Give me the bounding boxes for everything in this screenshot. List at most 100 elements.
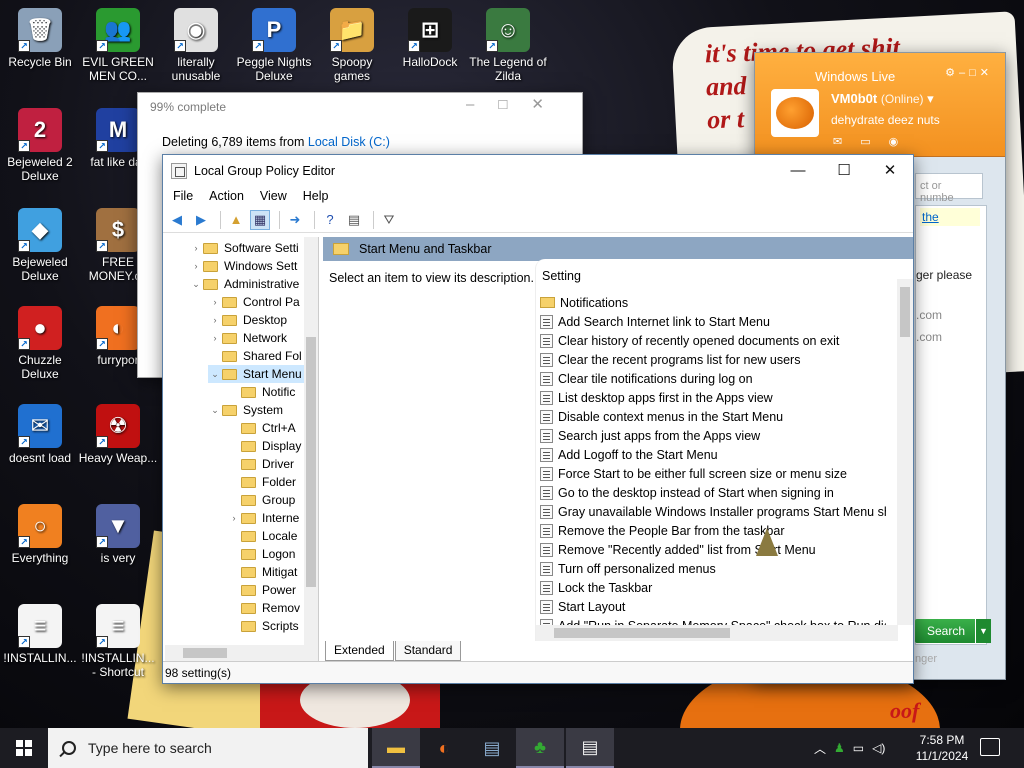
- notification-icon[interactable]: [980, 738, 1000, 756]
- gpedit-taskbar-icon[interactable]: ▤: [468, 728, 516, 768]
- desktop-icon[interactable]: ○ ↗ Everything: [0, 504, 80, 565]
- firefox-taskbar-icon[interactable]: ◐: [420, 728, 468, 768]
- clock[interactable]: 7:58 PM 11/1/2024: [912, 732, 972, 764]
- menu-view[interactable]: View: [252, 187, 295, 207]
- tree-item[interactable]: Folder: [227, 473, 315, 491]
- desktop-icon[interactable]: ☺ ↗ The Legend of Zilda: [468, 8, 548, 83]
- expand-chevron-icon[interactable]: ›: [189, 243, 203, 253]
- tree-item[interactable]: Group: [227, 491, 315, 509]
- menu-file[interactable]: File: [165, 187, 201, 207]
- dialog-window-controls[interactable]: –□✕: [466, 95, 568, 113]
- settings-list[interactable]: Setting Notifications Add Search Internet…: [535, 259, 913, 641]
- setting-row[interactable]: Notifications: [540, 293, 886, 312]
- expand-chevron-icon[interactable]: ›: [208, 315, 222, 325]
- tree-item[interactable]: Logon: [227, 545, 315, 563]
- tree-item[interactable]: Shared Fol: [208, 347, 315, 365]
- file-explorer-taskbar-icon[interactable]: ▬: [372, 728, 420, 768]
- tree-item[interactable]: Ctrl+A: [227, 419, 315, 437]
- tree-item[interactable]: Mitigat: [227, 563, 315, 581]
- desktop-icon[interactable]: ✉ ↗ doesnt load: [0, 404, 80, 465]
- list-vertical-scrollbar[interactable]: [897, 279, 913, 625]
- messenger-link[interactable]: the: [920, 208, 980, 226]
- disk-link[interactable]: Local Disk (C:): [308, 135, 390, 149]
- filter-icon[interactable]: ⛛: [379, 210, 399, 230]
- tree-item[interactable]: › Interne: [227, 509, 315, 527]
- desktop-icon[interactable]: ≡ ↗ !INSTALLIN... - Shortcut: [78, 604, 158, 679]
- tree-item[interactable]: › Network: [208, 329, 315, 347]
- expand-chevron-icon[interactable]: ›: [208, 297, 222, 307]
- expand-chevron-icon[interactable]: ›: [189, 261, 203, 271]
- contact-search-input[interactable]: ct or numbe: [915, 173, 983, 204]
- user-name[interactable]: VM0b0t (Online) ▾: [831, 91, 934, 107]
- setting-row[interactable]: Go to the desktop instead of Start when …: [540, 483, 886, 502]
- tree-item[interactable]: › Desktop: [208, 311, 315, 329]
- tree-vertical-scrollbar[interactable]: [304, 237, 318, 661]
- tree-item[interactable]: Display: [227, 437, 315, 455]
- expand-chevron-icon[interactable]: ⌄: [208, 369, 222, 380]
- setting-row[interactable]: Turn off personalized menus: [540, 559, 886, 578]
- help-icon[interactable]: ?: [320, 210, 340, 230]
- start-button[interactable]: [0, 728, 48, 768]
- back-icon[interactable]: ◀: [167, 210, 187, 230]
- setting-row[interactable]: Remove the People Bar from the taskbar: [540, 521, 886, 540]
- volume-icon[interactable]: ◁): [872, 741, 885, 755]
- desktop-icon[interactable]: ◉ ↗ literally unusable: [156, 8, 236, 83]
- avatar[interactable]: [771, 89, 819, 137]
- tree-item[interactable]: › Control Pa: [208, 293, 315, 311]
- tree-pane[interactable]: › Software Setti › Windows Sett ⌄ Administrat…: [165, 237, 319, 661]
- expand-chevron-icon[interactable]: ⌄: [208, 405, 222, 416]
- menu-help[interactable]: Help: [295, 187, 337, 207]
- desktop-icon[interactable]: 2 ↗ Bejeweled 2 Deluxe: [0, 108, 80, 183]
- tree-item[interactable]: Notific: [227, 383, 315, 401]
- list-horizontal-scrollbar[interactable]: [536, 625, 898, 641]
- up-folder-icon[interactable]: ▲: [226, 210, 246, 230]
- desktop-icon[interactable]: 👥 ↗ EVIL GREEN MEN CO...: [78, 8, 158, 83]
- messenger-tray-icon[interactable]: ♟: [834, 741, 845, 755]
- show-hide-tree-icon[interactable]: ▦: [250, 209, 270, 230]
- tab-standard[interactable]: Standard: [394, 641, 462, 661]
- tree-item[interactable]: › Windows Sett: [189, 257, 315, 275]
- desktop-icon[interactable]: ● ↗ Chuzzle Deluxe: [0, 306, 80, 381]
- desktop-icon[interactable]: 📁 ↗ Spoopy games: [312, 8, 392, 83]
- expand-chevron-icon[interactable]: ›: [208, 333, 222, 343]
- properties-icon[interactable]: ▤: [344, 210, 364, 230]
- tree-item[interactable]: Locale: [227, 527, 315, 545]
- desktop-icon[interactable]: ⊞ ↗ HalloDock: [390, 8, 470, 69]
- column-header-setting[interactable]: Setting: [542, 269, 581, 283]
- desktop-icon[interactable]: ▼ ↗ is very: [78, 504, 158, 565]
- desktop-icon[interactable]: ≡ ↗ !INSTALLIN...: [0, 604, 80, 665]
- messenger-taskbar-icon[interactable]: ♣: [516, 728, 564, 768]
- setting-row[interactable]: Gray unavailable Windows Installer progr…: [540, 502, 886, 521]
- setting-row[interactable]: Clear tile notifications during log on: [540, 369, 886, 388]
- setting-row[interactable]: Add Search Internet link to Start Menu: [540, 312, 886, 331]
- expand-chevron-icon[interactable]: ›: [227, 513, 241, 523]
- tree-item[interactable]: Scripts: [227, 617, 315, 635]
- notepad-taskbar-icon[interactable]: ▤: [566, 728, 614, 768]
- setting-row[interactable]: Disable context menus in the Start Menu: [540, 407, 886, 426]
- tree-item[interactable]: ⌄ Start Menu: [208, 365, 315, 383]
- setting-row[interactable]: Lock the Taskbar: [540, 578, 886, 597]
- group-policy-editor-window[interactable]: Local Group Policy Editor — ☐ ✕ File Act…: [162, 154, 914, 684]
- messenger-window-controls[interactable]: ⚙–□✕: [945, 66, 993, 79]
- desktop-icon[interactable]: P ↗ Peggle Nights Deluxe: [234, 8, 314, 83]
- setting-row[interactable]: Clear the recent programs list for new u…: [540, 350, 886, 369]
- minimize-button[interactable]: —: [775, 155, 821, 185]
- desktop-icon[interactable]: ◆ ↗ Bejeweled Deluxe: [0, 208, 80, 283]
- network-icon[interactable]: ▭: [853, 741, 864, 755]
- forward-icon[interactable]: ▶: [191, 210, 211, 230]
- tree-item[interactable]: Remov: [227, 599, 315, 617]
- personal-message[interactable]: dehydrate deez nuts: [831, 113, 940, 127]
- menu-action[interactable]: Action: [201, 187, 252, 207]
- tree-item[interactable]: Power: [227, 581, 315, 599]
- export-list-icon[interactable]: ➜: [285, 210, 305, 230]
- taskbar-search-box[interactable]: Type here to search: [48, 728, 368, 768]
- chevron-up-icon[interactable]: ︿: [814, 740, 826, 757]
- setting-row[interactable]: List desktop apps first in the Apps view: [540, 388, 886, 407]
- messenger-toolbar[interactable]: ✉▭◉: [833, 135, 916, 148]
- search-dropdown-button[interactable]: ▼: [975, 619, 991, 643]
- maximize-button[interactable]: ☐: [821, 155, 867, 185]
- expand-chevron-icon[interactable]: ⌄: [189, 279, 203, 290]
- tree-item[interactable]: ⌄ System: [208, 401, 315, 419]
- desktop-icon[interactable]: 🗑 ↗ Recycle Bin: [0, 8, 80, 69]
- setting-row[interactable]: Clear history of recently opened documen…: [540, 331, 886, 350]
